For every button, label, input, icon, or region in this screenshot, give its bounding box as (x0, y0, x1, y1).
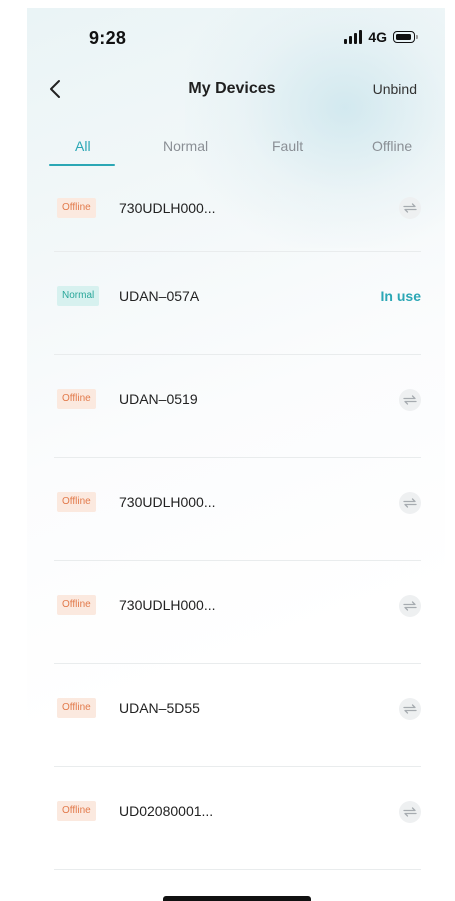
switch-icon[interactable] (399, 197, 421, 219)
unbind-button[interactable]: Unbind (373, 81, 417, 97)
in-use-label: In use (380, 288, 421, 304)
device-row[interactable]: Normal UDAN–057A In use (27, 252, 445, 355)
status-badge: Offline (57, 801, 96, 821)
device-name: 730UDLH000... (119, 200, 216, 216)
device-name: UDAN–057A (119, 288, 200, 304)
device-row[interactable]: Offline 730UDLH000... (27, 168, 445, 252)
tab-normal[interactable]: Normal (163, 138, 208, 154)
status-indicators: 4G (344, 29, 418, 45)
network-label: 4G (368, 29, 387, 45)
device-list: Offline 730UDLH000... Normal UDAN–057A I… (27, 168, 445, 870)
status-badge: Normal (57, 286, 100, 306)
status-badge: Offline (57, 198, 96, 218)
status-bar: 9:28 4G (27, 8, 445, 56)
signal-icon (344, 30, 363, 44)
device-name: UD02080001... (119, 803, 214, 819)
status-badge: Offline (57, 492, 96, 512)
filter-tabs: All Normal Fault Offline (27, 128, 445, 168)
device-row[interactable]: Offline UDAN–5D55 (27, 664, 445, 767)
status-badge: Offline (57, 389, 96, 409)
phone-screen: 9:28 4G My Devices Unbind All Normal Fau… (27, 8, 445, 901)
device-name: UDAN–0519 (119, 391, 198, 407)
switch-icon[interactable] (399, 698, 421, 720)
switch-icon[interactable] (399, 492, 421, 514)
tab-all[interactable]: All (75, 138, 91, 154)
switch-icon[interactable] (399, 389, 421, 411)
screen-frame: 9:28 4G My Devices Unbind All Normal Fau… (0, 0, 455, 901)
device-row[interactable]: Offline 730UDLH000... (27, 458, 445, 561)
status-badge: Offline (57, 698, 96, 718)
status-badge: Offline (57, 595, 96, 615)
nav-bar: My Devices Unbind (27, 72, 445, 106)
device-row[interactable]: Offline UD02080001... (27, 767, 445, 870)
home-indicator (163, 896, 311, 901)
tab-offline[interactable]: Offline (372, 138, 412, 154)
battery-icon (393, 31, 418, 43)
switch-icon[interactable] (399, 801, 421, 823)
device-name: UDAN–5D55 (119, 700, 200, 716)
status-time: 9:28 (89, 28, 127, 48)
device-name: 730UDLH000... (119, 597, 216, 613)
active-tab-indicator (49, 164, 115, 166)
device-row[interactable]: Offline UDAN–0519 (27, 355, 445, 458)
tab-fault[interactable]: Fault (272, 138, 303, 154)
switch-icon[interactable] (399, 595, 421, 617)
device-row[interactable]: Offline 730UDLH000... (27, 561, 445, 664)
device-name: 730UDLH000... (119, 494, 216, 510)
